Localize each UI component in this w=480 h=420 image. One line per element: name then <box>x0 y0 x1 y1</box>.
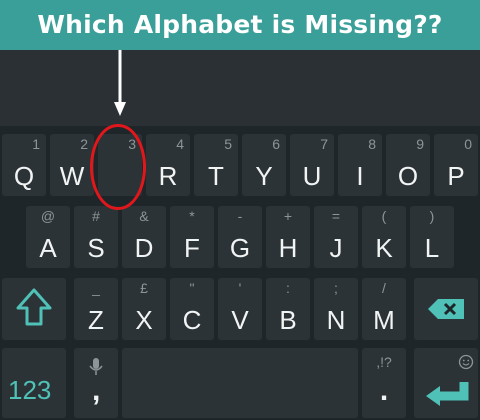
key-p[interactable]: 0P <box>434 134 478 196</box>
key-n[interactable]: ; N <box>314 278 358 340</box>
key-z[interactable]: _ Z <box>74 278 118 340</box>
key-d[interactable]: & D <box>122 206 166 268</box>
comma-label: , <box>92 374 101 407</box>
space-bar[interactable] <box>122 348 358 418</box>
key-label: K <box>375 233 393 263</box>
key-label: S <box>87 233 105 263</box>
key-label: B <box>279 305 297 335</box>
key-label: P <box>447 161 465 191</box>
numbers-label: 123 <box>8 375 52 405</box>
backspace-icon <box>428 299 464 319</box>
key-k[interactable]: (K <box>362 206 406 268</box>
key-l[interactable]: ) L <box>410 206 454 268</box>
key-label: Q <box>13 161 35 191</box>
down-arrow-icon <box>114 50 126 116</box>
key-q[interactable]: 1Q <box>2 134 46 196</box>
key-h[interactable]: + H <box>266 206 310 268</box>
key-label: F <box>184 233 200 263</box>
key-label: R <box>158 161 178 191</box>
key-label: H <box>278 233 298 263</box>
key-b[interactable]: :B <box>266 278 310 340</box>
backspace-key[interactable] <box>414 278 478 340</box>
punctuation-hint: ,!? <box>376 354 392 370</box>
key-i[interactable]: 8I <box>338 134 382 196</box>
key-label: M <box>373 305 395 335</box>
key-c[interactable]: " C <box>170 278 214 340</box>
key-f[interactable]: * F <box>170 206 214 268</box>
input-area <box>0 50 480 126</box>
key-label: A <box>39 233 57 263</box>
key-label: Z <box>88 305 104 335</box>
key-label: J <box>329 233 343 263</box>
key-label: V <box>231 305 249 335</box>
key-o[interactable]: 9O <box>386 134 430 196</box>
highlight-circle <box>90 124 146 210</box>
key-label: W <box>59 161 85 191</box>
key-label: X <box>135 305 153 335</box>
shift-key[interactable] <box>2 278 66 340</box>
key-label: I <box>356 161 364 191</box>
comma-mic-key[interactable]: , <box>74 348 118 418</box>
keyboard: 1Q 2W 3 4R 5T 6Y 7U 8I 9O 0P @ A # S & D * F… <box>0 126 480 420</box>
key-s[interactable]: # S <box>74 206 118 268</box>
key-label: U <box>302 161 322 191</box>
key-label: G <box>229 233 251 263</box>
key-label: L <box>424 233 440 263</box>
shift-icon <box>16 288 52 326</box>
key-m[interactable]: / M <box>362 278 406 340</box>
key-label: O <box>397 161 419 191</box>
key-y[interactable]: 6Y <box>242 134 286 196</box>
key-label: T <box>208 161 224 191</box>
key-j[interactable]: = J <box>314 206 358 268</box>
period-key[interactable]: ,!? . <box>362 348 406 418</box>
key-label: N <box>326 305 346 335</box>
key-x[interactable]: £ X <box>122 278 166 340</box>
key-label: D <box>134 233 154 263</box>
key-label: Y <box>255 161 273 191</box>
enter-key[interactable] <box>414 348 478 418</box>
title-banner: Which Alphabet is Missing?? <box>0 0 480 50</box>
key-label: C <box>182 305 202 335</box>
key-u[interactable]: 7U <box>290 134 334 196</box>
period-label: . <box>379 374 389 407</box>
key-w[interactable]: 2W <box>50 134 94 196</box>
key-g[interactable]: -G <box>218 206 262 268</box>
key-v[interactable]: ' V <box>218 278 262 340</box>
numbers-key[interactable]: 123 <box>2 348 66 418</box>
page-title: Which Alphabet is Missing?? <box>37 10 443 39</box>
key-t[interactable]: 5T <box>194 134 238 196</box>
key-a[interactable]: @ A <box>26 206 70 268</box>
key-r[interactable]: 4R <box>146 134 190 196</box>
smiley-icon <box>458 354 474 370</box>
